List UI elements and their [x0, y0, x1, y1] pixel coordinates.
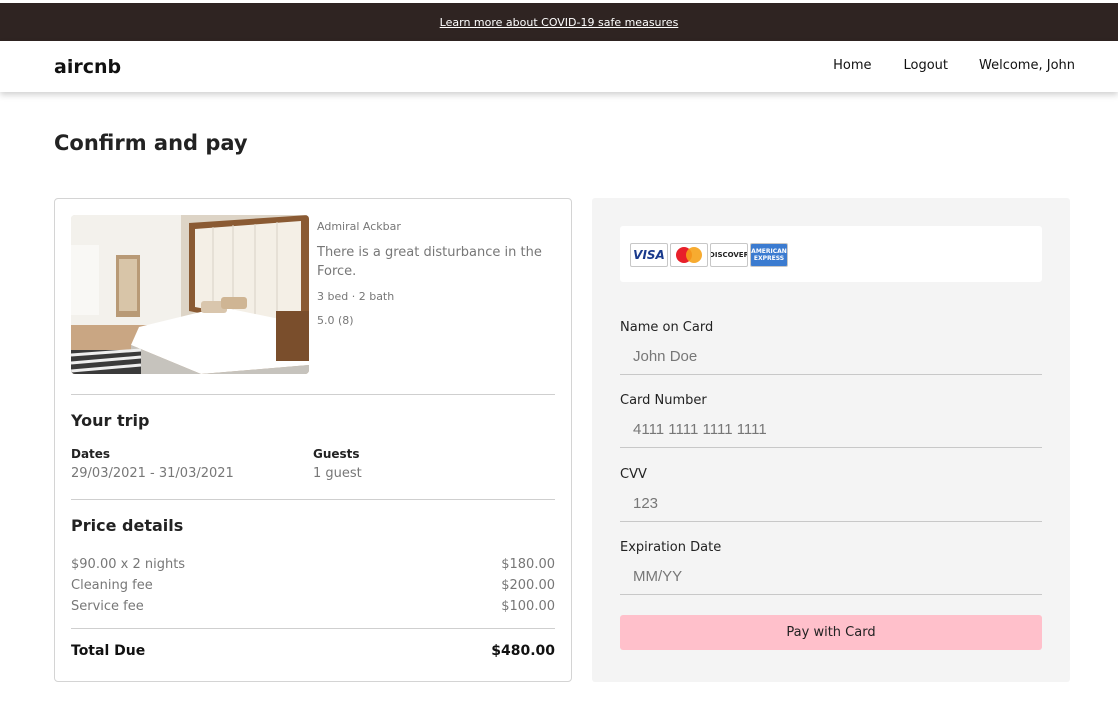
trip-heading: Your trip — [71, 411, 150, 430]
card-number-label: Card Number — [620, 393, 707, 408]
price-row-label: Service fee — [71, 599, 144, 614]
host-name: Admiral Ackbar — [317, 220, 401, 233]
price-row-amount: $200.00 — [501, 578, 555, 593]
site-logo[interactable]: aircnb — [54, 56, 121, 78]
price-heading: Price details — [71, 516, 184, 535]
listing-rating: 5.0 (8) — [317, 314, 354, 327]
cvv-label: CVV — [620, 467, 647, 482]
page-title: Confirm and pay — [54, 131, 248, 155]
total-label: Total Due — [71, 643, 146, 659]
total-row: Total Due $480.00 — [71, 643, 555, 659]
mastercard-logo-icon — [670, 243, 708, 267]
price-row-label: $90.00 x 2 nights — [71, 557, 186, 572]
expiration-date-field — [620, 559, 1042, 595]
discover-logo-icon: DISCOVER — [710, 243, 748, 267]
pay-with-card-button[interactable]: Pay with Card — [620, 615, 1042, 650]
listing-photo — [71, 215, 309, 374]
welcome-user-link[interactable]: Welcome, John — [979, 58, 1075, 73]
total-amount: $480.00 — [491, 643, 555, 659]
card-number-field — [620, 412, 1042, 448]
name-on-card-field — [620, 339, 1042, 375]
guests-label: Guests — [313, 447, 360, 461]
beds-baths: 3 bed · 2 bath — [317, 290, 395, 303]
card-number-input[interactable] — [620, 412, 1042, 447]
covid-banner: Learn more about COVID-19 safe measures — [0, 3, 1118, 41]
nav-logout-link[interactable]: Logout — [903, 58, 948, 73]
listing-description: There is a great disturbance in the Forc… — [317, 245, 542, 279]
price-row-label: Cleaning fee — [71, 578, 153, 593]
guests-value: 1 guest — [313, 466, 362, 481]
name-on-card-input[interactable] — [620, 339, 1042, 374]
price-row-cleaning: Cleaning fee $200.00 — [71, 578, 555, 593]
price-row-amount: $100.00 — [501, 599, 555, 614]
booking-summary-card: Admiral Ackbar There is a great disturba… — [54, 198, 572, 682]
header: aircnb Home Logout Welcome, John — [0, 41, 1118, 92]
payment-panel: VISA DISCOVER AMERICAN EXPRESS Name on C… — [592, 198, 1070, 682]
dates-value: 29/03/2021 - 31/03/2021 — [71, 466, 234, 481]
cvv-input[interactable] — [620, 486, 1042, 521]
visa-logo-icon: VISA — [630, 243, 668, 267]
divider — [71, 628, 555, 629]
covid-info-link[interactable]: Learn more about COVID-19 safe measures — [440, 16, 679, 29]
expiration-date-label: Expiration Date — [620, 540, 722, 555]
price-row-amount: $180.00 — [501, 557, 555, 572]
price-row-nights: $90.00 x 2 nights $180.00 — [71, 557, 555, 572]
accepted-cards: VISA DISCOVER AMERICAN EXPRESS — [620, 226, 1042, 282]
name-on-card-label: Name on Card — [620, 320, 714, 335]
price-row-service: Service fee $100.00 — [71, 599, 555, 614]
nav-home-link[interactable]: Home — [833, 58, 871, 73]
dates-label: Dates — [71, 447, 111, 461]
expiration-date-input[interactable] — [620, 559, 1042, 594]
divider — [71, 499, 555, 500]
nav-menu: Home Logout Welcome, John — [833, 58, 1075, 73]
cvv-field — [620, 486, 1042, 522]
amex-logo-icon: AMERICAN EXPRESS — [750, 243, 788, 267]
divider — [71, 394, 555, 395]
